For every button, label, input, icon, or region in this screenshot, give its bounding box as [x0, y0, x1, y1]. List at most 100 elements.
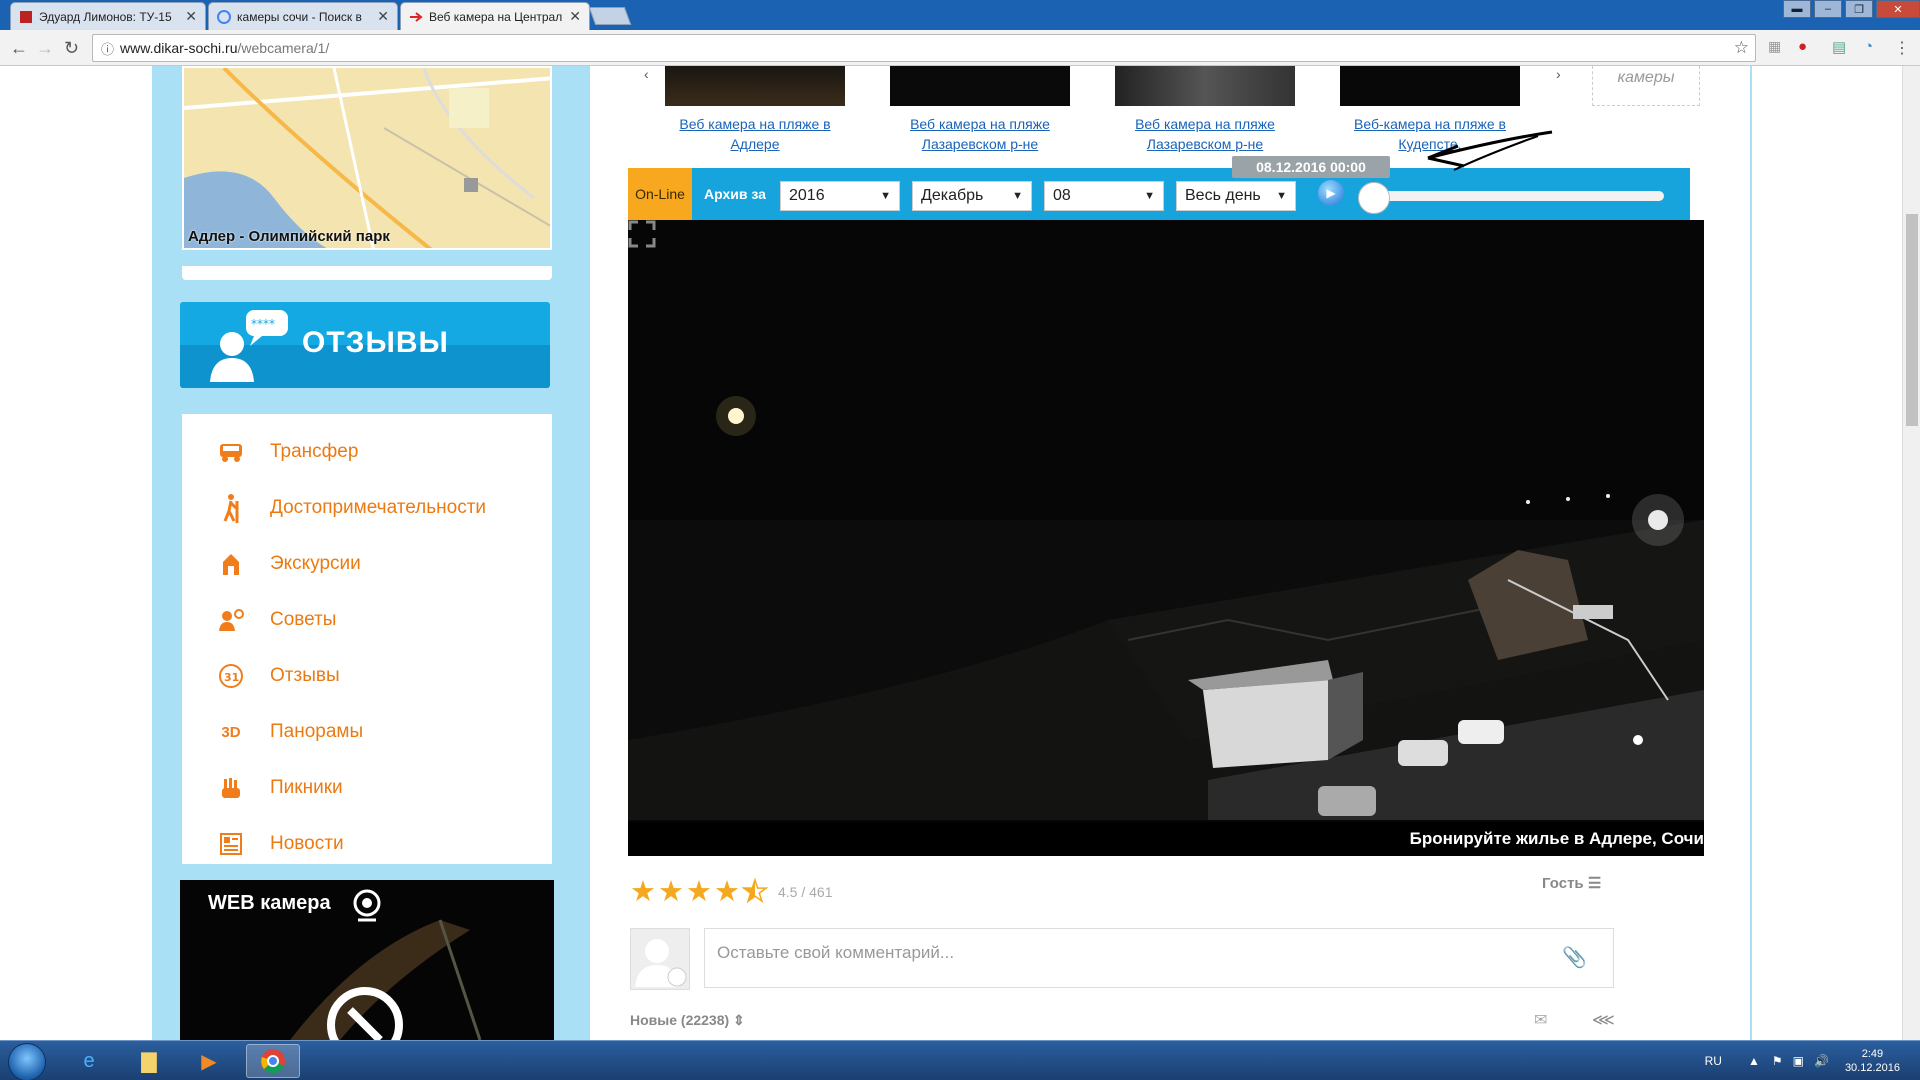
online-button[interactable]: On-Line [628, 168, 692, 220]
close-window-button[interactable]: ✕ [1876, 0, 1920, 18]
webcam-icon [350, 888, 384, 927]
star-icon[interactable]: ★ [630, 874, 656, 909]
chrome-icon[interactable] [246, 1044, 300, 1078]
language-indicator[interactable]: RU [1705, 1054, 1722, 1068]
guest-menu[interactable]: Гость ☰ [1542, 874, 1601, 892]
clock[interactable]: 2:49 30.12.2016 [1845, 1047, 1900, 1075]
play-icon[interactable]: ▶ [1318, 180, 1344, 206]
bus-icon [216, 437, 246, 467]
main-content: ‹ Веб камера на пляже в Адлере Веб камер… [590, 66, 1750, 1040]
menu-item-transfer[interactable]: Трансфер [182, 424, 552, 480]
user-placeholder-icon [635, 939, 687, 987]
tab-webcam[interactable]: Веб камера на Централ ✕ [400, 2, 590, 30]
fullscreen-icon[interactable] [628, 220, 656, 248]
hamburger-icon: ☰ [1587, 875, 1602, 892]
rating-widget[interactable]: ★ ★ ★ ★ ★ 4.5 / 461 [630, 874, 833, 909]
hand-drawn-arrow [1427, 130, 1553, 171]
flag-icon[interactable]: ⚑ [1772, 1054, 1783, 1068]
year-select[interactable]: 2016 ▼ [780, 181, 900, 211]
user-icon[interactable]: ▬ [1783, 0, 1811, 18]
thumb-lazarevskoe-1[interactable]: Веб камера на пляже Лазаревском р-не [885, 66, 1075, 154]
back-icon[interactable]: ← [10, 38, 28, 59]
tray-arrow-icon[interactable]: ▲ [1748, 1054, 1760, 1068]
caret-down-icon: ▼ [1276, 190, 1287, 202]
tab-title: Эдуард Лимонов: ТУ-15 [39, 9, 172, 24]
maximize-button[interactable]: ❐ [1845, 0, 1873, 18]
mail-icon[interactable]: ✉ [1534, 1010, 1547, 1030]
menu-label: Достопримечательности [270, 497, 487, 518]
chevron-right-icon[interactable]: › [1556, 66, 1561, 82]
webcam-widget[interactable]: WEB камера [180, 880, 554, 1040]
sort-icon: ⇕ [733, 1012, 745, 1028]
arrow-icon [409, 10, 423, 24]
tab-google-search[interactable]: камеры сочи - Поиск в ✕ [208, 2, 398, 30]
network-icon[interactable]: ▣ [1793, 1054, 1804, 1068]
bookmark-star-icon[interactable]: ☆ [1734, 38, 1749, 58]
thumb-link[interactable]: Веб камера на пляже Лазаревском р-не [1110, 114, 1300, 154]
chevron-left-icon[interactable]: ‹ [644, 66, 649, 82]
ie-icon[interactable]: e [62, 1044, 116, 1078]
forward-icon[interactable]: → [36, 38, 54, 59]
address-bar[interactable]: ⓘ www.dikar-sochi.ru/webcamera/1/ ☆ [92, 34, 1756, 62]
scrollbar-thumb[interactable] [1906, 214, 1918, 426]
menu-item-news[interactable]: Новости [182, 816, 552, 872]
opera-extension-icon[interactable]: ● [1798, 38, 1807, 55]
half-star-icon[interactable]: ★ [741, 874, 769, 909]
period-value: Весь день [1185, 187, 1261, 204]
thumb-link[interactable]: Веб камера на пляже Лазаревском р-не [885, 114, 1075, 154]
timeline-handle[interactable] [1358, 182, 1390, 214]
menu-icon[interactable]: ⋮ [1894, 38, 1910, 58]
menu-item-panoramas[interactable]: 3D Панорамы [182, 704, 552, 760]
menu-item-sights[interactable]: Достопримечательности [182, 480, 552, 536]
comment-input[interactable]: Оставьте свой комментарий... 📎 [704, 928, 1614, 988]
extension-icon[interactable]: ▤ [1832, 38, 1846, 56]
month-select[interactable]: Декабрь ▼ [912, 181, 1032, 211]
map-widget[interactable]: Адлер - Олимпийский парк [182, 66, 552, 250]
window-controls: ▬ – ❐ ✕ [1783, 0, 1920, 18]
sort-label: Новые (22238) [630, 1012, 730, 1028]
extension-icon[interactable]: ◔ [1864, 38, 1873, 55]
browser-toolbar: ← → ↻ ⓘ www.dikar-sochi.ru/webcamera/1/ … [0, 30, 1920, 66]
start-button[interactable] [8, 1043, 46, 1080]
folder-icon[interactable]: ▇ [122, 1044, 176, 1078]
period-select[interactable]: Весь день ▼ [1176, 181, 1296, 211]
reload-icon[interactable]: ↻ [64, 38, 79, 59]
menu-item-excursions[interactable]: Экскурсии [182, 536, 552, 592]
tab-title: Веб камера на Централ [429, 9, 563, 24]
paperclip-icon[interactable]: 📎 [1562, 945, 1587, 970]
3d-icon: 3D [221, 723, 241, 741]
share-icon[interactable]: ⋘ [1592, 1010, 1615, 1030]
close-icon[interactable]: ✕ [185, 8, 197, 25]
menu-item-advice[interactable]: Советы [182, 592, 552, 648]
timeline-track[interactable] [1376, 191, 1664, 201]
thumb-adler[interactable]: Веб камера на пляже в Адлере [660, 66, 850, 154]
booking-banner[interactable]: Бронируйте жилье в Адлере, Сочи [628, 822, 1704, 856]
day-select[interactable]: 08 ▼ [1044, 181, 1164, 211]
menu-item-reviews[interactable]: 31 Отзывы [182, 648, 552, 704]
media-player-icon[interactable]: ▶ [182, 1044, 236, 1078]
close-icon[interactable]: ✕ [377, 8, 389, 25]
reviews-banner-button[interactable]: **** ОТЗЫВЫ [180, 302, 550, 388]
thumb-lazarevskoe-2[interactable]: Веб камера на пляже Лазаревском р-не [1110, 66, 1300, 154]
avatar [630, 928, 690, 990]
star-icon[interactable]: ★ [658, 874, 684, 909]
caret-down-icon: ▼ [1012, 190, 1023, 202]
sort-dropdown[interactable]: Новые (22238) ⇕ [630, 1012, 745, 1029]
menu-item-picnics[interactable]: Пикники [182, 760, 552, 816]
user-review-icon: **** [210, 310, 288, 382]
info-icon: ⓘ [101, 41, 115, 57]
thumb-link[interactable]: Веб камера на пляже в Адлере [660, 114, 850, 154]
volume-icon[interactable]: 🔊 [1814, 1054, 1829, 1068]
webcam-title: WEB камера [208, 892, 331, 914]
close-icon[interactable]: ✕ [569, 8, 581, 25]
tab-limonov[interactable]: Эдуард Лимонов: ТУ-15 ✕ [10, 2, 206, 30]
new-tab-button[interactable] [588, 7, 632, 25]
minimize-button[interactable]: – [1814, 0, 1842, 18]
star-icon[interactable]: ★ [714, 874, 740, 909]
vertical-scrollbar[interactable] [1902, 66, 1920, 1040]
cameras-box[interactable]: камеры [1592, 66, 1700, 106]
webcam-video[interactable]: Бронируйте жилье в Адлере, Сочи [628, 220, 1704, 856]
extension-icon[interactable]: ▦ [1768, 38, 1781, 55]
page-icon [19, 10, 33, 24]
star-icon[interactable]: ★ [686, 874, 712, 909]
